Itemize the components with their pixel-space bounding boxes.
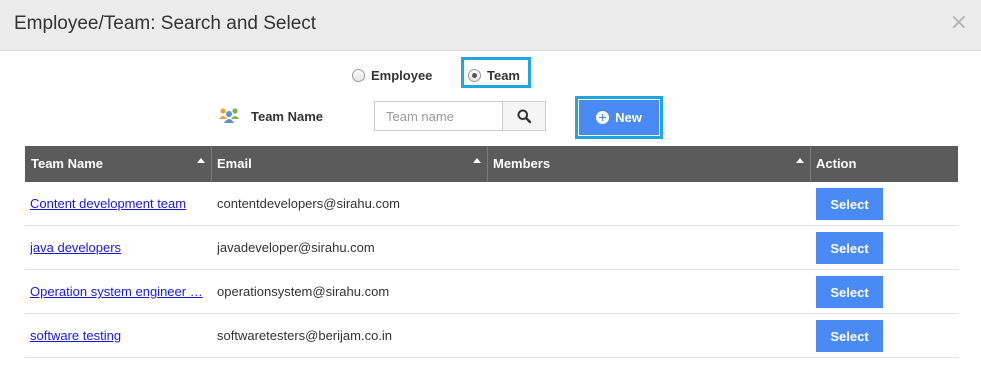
search-select-dialog: Employee/Team: Search and Select × Emplo… (0, 0, 981, 368)
new-button-label: New (615, 110, 642, 125)
select-button[interactable]: Select (816, 188, 883, 220)
team-table: Team Name Email Members Action Content d… (25, 146, 958, 358)
select-button[interactable]: Select (816, 320, 883, 352)
team-link[interactable]: java developers (30, 240, 121, 255)
radio-employee-label: Employee (371, 68, 433, 83)
email-cell: javadeveloper@sirahu.com (217, 240, 375, 255)
radio-team[interactable]: Team (468, 68, 520, 83)
team-name-input[interactable] (374, 101, 503, 131)
dialog-title: Employee/Team: Search and Select (14, 13, 317, 34)
radio-employee[interactable]: Employee (352, 68, 432, 83)
column-header-label: Members (493, 156, 551, 171)
plus-circle-icon (596, 111, 610, 124)
sort-up-icon[interactable] (796, 158, 804, 163)
search-button[interactable] (502, 101, 546, 131)
team-icon (219, 108, 239, 123)
new-button[interactable]: New (579, 100, 659, 135)
sort-up-icon[interactable] (197, 158, 205, 163)
dialog-header: Employee/Team: Search and Select × (0, 0, 981, 51)
column-header-email[interactable]: Email (211, 146, 487, 182)
column-header-label: Action (816, 156, 857, 171)
email-cell: contentdevelopers@sirahu.com (217, 196, 401, 211)
table-row: Operation system engineer … operationsys… (25, 270, 958, 314)
column-header-label: Team Name (31, 156, 104, 171)
members-cell (493, 270, 803, 314)
team-link[interactable]: Content development team (30, 196, 186, 211)
team-name-cell[interactable]: java developers (30, 226, 206, 270)
members-cell (493, 182, 803, 226)
members-cell (493, 314, 803, 358)
team-link[interactable]: software testing (30, 328, 121, 343)
select-button[interactable]: Select (816, 276, 883, 308)
column-header-action: Action (810, 146, 958, 182)
team-name-label: Team Name (251, 109, 324, 124)
column-header-team-name[interactable]: Team Name (25, 146, 211, 182)
table-header: Team Name Email Members Action (25, 146, 958, 182)
column-header-members[interactable]: Members (487, 146, 810, 182)
table-row: java developers javadeveloper@sirahu.com… (25, 226, 958, 270)
table-row: software testing softwaretesters@berijam… (25, 314, 958, 358)
select-button[interactable]: Select (816, 232, 883, 264)
sort-up-icon[interactable] (473, 158, 481, 163)
email-cell: softwaretesters@berijam.co.in (217, 328, 393, 343)
team-name-cell[interactable]: Content development team (30, 182, 206, 226)
table-row: Content development team contentdevelope… (25, 182, 958, 226)
members-cell (493, 226, 803, 270)
radio-team-label: Team (487, 68, 520, 83)
column-header-label: Email (217, 156, 252, 171)
email-cell: operationsystem@sirahu.com (217, 284, 390, 299)
close-icon[interactable]: × (950, 10, 968, 35)
team-name-cell[interactable]: software testing (30, 314, 206, 358)
team-name-cell[interactable]: Operation system engineer … (30, 270, 206, 314)
team-link[interactable]: Operation system engineer … (30, 284, 203, 299)
radio-employee-circle[interactable] (352, 69, 365, 82)
search-icon (517, 109, 531, 123)
radio-team-circle[interactable] (468, 69, 481, 82)
